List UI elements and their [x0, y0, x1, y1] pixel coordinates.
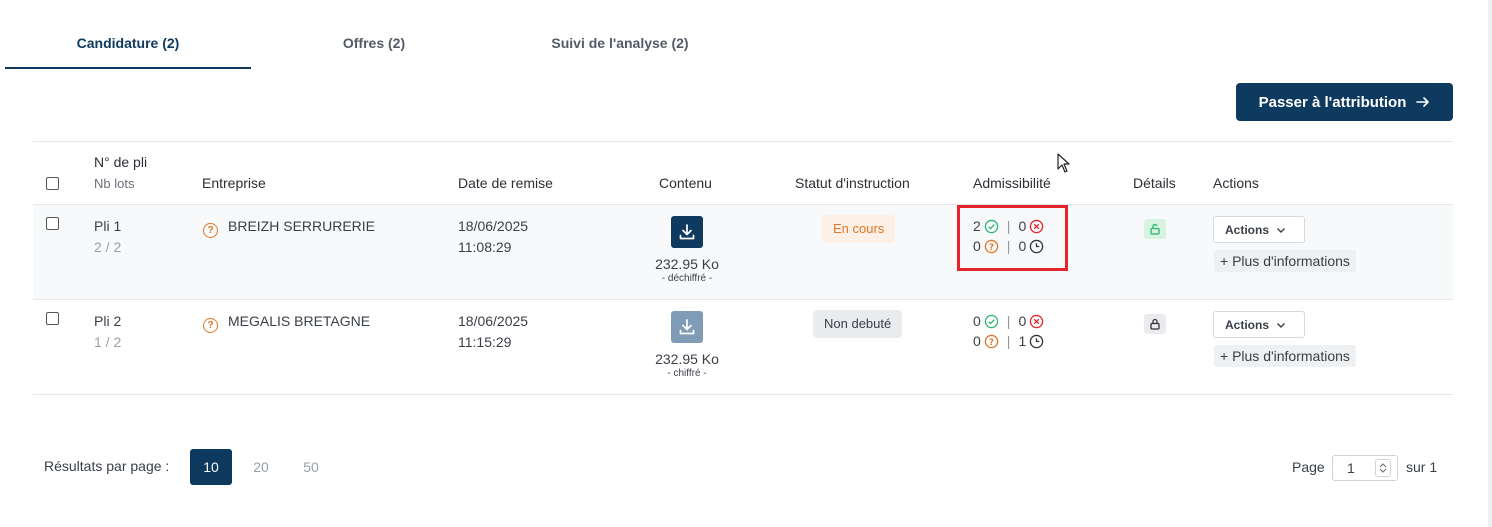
status-badge: En cours: [822, 215, 896, 243]
actions-dropdown[interactable]: Actions: [1213, 216, 1305, 243]
mouse-cursor-icon: [1057, 153, 1070, 173]
actions-label: Actions: [1225, 317, 1270, 332]
heure-remise: 11:15:29: [458, 334, 512, 350]
nb-lots: 1 / 2: [94, 334, 122, 350]
lock-icon: [1150, 318, 1160, 330]
header-statut: Statut d'instruction: [795, 175, 910, 191]
adm-pending-count: 1: [1018, 333, 1027, 349]
encryption-status: - chiffré -: [667, 368, 707, 379]
more-info-button[interactable]: + Plus d'informations: [1214, 250, 1356, 272]
tab-suivi-analyse[interactable]: Suivi de l'analyse (2): [497, 22, 743, 69]
file-size-value: 232.95 Ko: [655, 351, 719, 367]
header-actions: Actions: [1213, 175, 1259, 191]
header-details: Détails: [1133, 175, 1176, 191]
adm-ok-count: 0: [973, 313, 981, 329]
divider: [33, 394, 1453, 395]
header-date-remise: Date de remise: [458, 175, 553, 191]
clock-icon: [1029, 334, 1044, 348]
x-circle-icon: [1029, 314, 1044, 328]
tab-offres[interactable]: Offres (2): [251, 22, 497, 69]
actions-dropdown[interactable]: Actions: [1213, 311, 1305, 338]
heure-remise: 11:08:29: [458, 239, 512, 255]
file-size: 232.95 Ko - déchiffré -: [627, 256, 747, 284]
date-remise: 18/06/2025: [458, 218, 529, 234]
row-checkbox[interactable]: [46, 312, 59, 325]
header-pli: N° de pli: [94, 154, 148, 170]
date-remise: 18/06/2025: [458, 313, 529, 329]
chevron-down-icon: [1277, 227, 1286, 233]
unlock-icon: [1150, 223, 1160, 235]
entreprise-name: MEGALIS BRETAGNE: [228, 313, 371, 329]
download-button[interactable]: [671, 216, 703, 248]
tab-candidature[interactable]: Candidature (2): [5, 22, 251, 69]
page-number-input[interactable]: 1: [1332, 455, 1398, 481]
pli-number: Pli 1: [94, 218, 122, 234]
file-size: 232.95 Ko - chiffré -: [627, 351, 747, 379]
page-number-value: 1: [1347, 460, 1355, 476]
per-page-option-50[interactable]: 50: [290, 449, 332, 485]
download-icon: [679, 224, 695, 240]
tab-bar: Candidature (2) Offres (2) Suivi de l'an…: [5, 22, 745, 69]
admissibility-summary: 0 | 0 0 ? | 1: [973, 311, 1044, 351]
details-lock[interactable]: [1144, 219, 1166, 239]
chevron-down-icon: [1277, 322, 1286, 328]
separator: |: [1006, 333, 1011, 349]
row-checkbox[interactable]: [46, 217, 59, 230]
page-label: Page: [1292, 459, 1325, 475]
actions-label: Actions: [1225, 222, 1270, 237]
divider: [33, 141, 1453, 142]
svg-text:?: ?: [989, 336, 994, 346]
page-stepper[interactable]: [1375, 459, 1391, 477]
entreprise: ? BREIZH SERRURERIE: [203, 218, 375, 238]
entreprise: ? MEGALIS BRETAGNE: [203, 313, 370, 333]
encryption-status: - déchiffré -: [661, 273, 713, 284]
question-icon: ?: [203, 318, 218, 333]
passer-attribution-button[interactable]: Passer à l'attribution: [1236, 83, 1453, 121]
file-size-value: 232.95 Ko: [655, 256, 719, 272]
highlight-box: [957, 205, 1068, 271]
question-circle-icon: ?: [984, 334, 999, 348]
question-icon: ?: [203, 223, 218, 238]
per-page-label: Résultats par page :: [44, 458, 170, 474]
header-entreprise: Entreprise: [202, 175, 266, 191]
details-lock[interactable]: [1144, 314, 1166, 334]
arrow-right-icon: [1416, 97, 1430, 107]
chevron-down-icon: [1379, 468, 1387, 473]
page-total-label: sur 1: [1406, 459, 1438, 475]
adm-unknown-count: 0: [973, 333, 981, 349]
passer-attribution-label: Passer à l'attribution: [1258, 93, 1407, 111]
pli-number: Pli 2: [94, 313, 122, 329]
download-button[interactable]: [671, 311, 703, 343]
nb-lots: 2 / 2: [94, 239, 122, 255]
per-page-option-10[interactable]: 10: [190, 449, 232, 485]
more-info-button[interactable]: + Plus d'informations: [1214, 345, 1356, 367]
header-nb-lots: Nb lots: [94, 176, 135, 191]
status-badge: Non debuté: [813, 310, 903, 338]
header-contenu: Contenu: [659, 175, 712, 191]
select-all-checkbox[interactable]: [46, 177, 59, 190]
per-page-option-20[interactable]: 20: [240, 449, 282, 485]
header-admissibilite: Admissibilité: [973, 175, 1051, 191]
download-icon: [679, 319, 695, 335]
divider: [33, 299, 1453, 300]
entreprise-name: BREIZH SERRURERIE: [228, 218, 376, 234]
check-circle-icon: [984, 314, 999, 328]
adm-ko-count: 0: [1018, 313, 1027, 329]
scrollbar[interactable]: [1488, 0, 1492, 527]
separator: |: [1006, 313, 1011, 329]
